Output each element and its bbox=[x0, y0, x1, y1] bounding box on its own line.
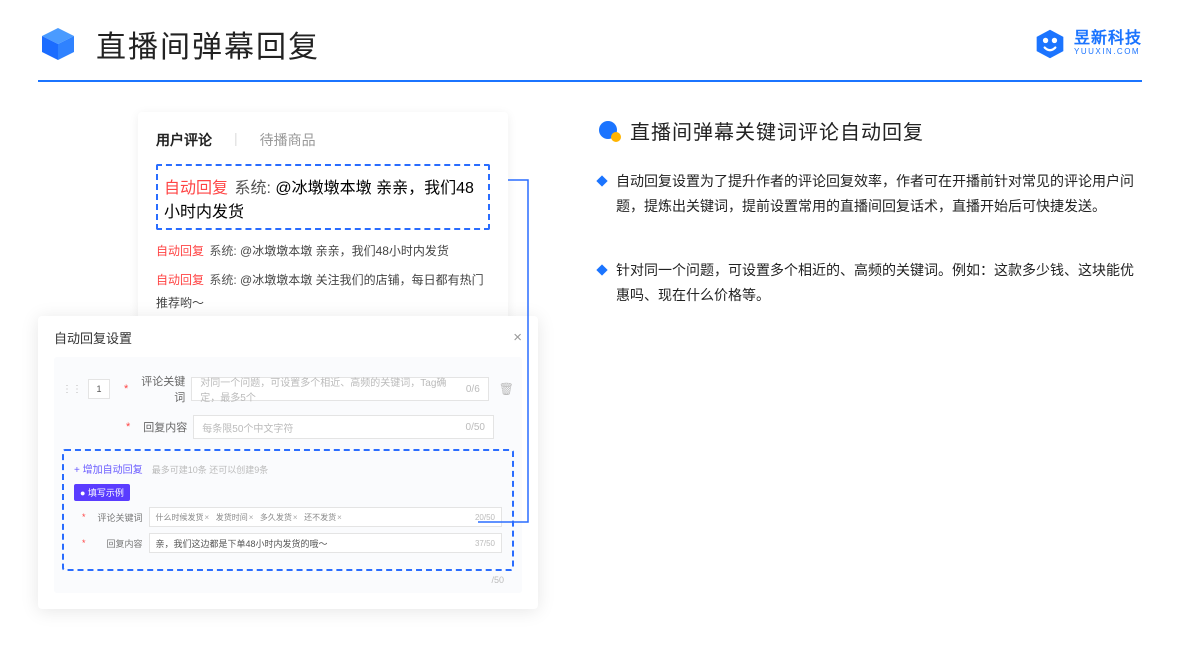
keyword-chip[interactable]: 还不发货 bbox=[304, 513, 346, 522]
char-count: 0/50 bbox=[466, 422, 485, 433]
char-count: 20/50 bbox=[475, 513, 495, 522]
keyword-chip[interactable]: 什么时候发货 bbox=[156, 513, 214, 522]
reply-label: 回复内容 bbox=[139, 419, 187, 435]
bullet-item: 自动回复设置为了提升作者的评论回复效率，作者可在开播前针对常见的评论用户问题，提… bbox=[598, 169, 1142, 218]
example-reply-value: 亲，我们这边都是下单48小时内发货的哦～ bbox=[156, 537, 328, 550]
required-dot-icon: * bbox=[126, 421, 130, 433]
section-title: 直播间弹幕关键词评论自动回复 bbox=[630, 116, 924, 145]
settings-title: 自动回复设置 bbox=[54, 328, 132, 347]
system-label: 系统: bbox=[209, 244, 236, 258]
char-count: 0/6 bbox=[466, 384, 480, 395]
index-box: 1 bbox=[88, 379, 110, 399]
comment-row: 自动回复 系统: @冰墩墩本墩 亲亲，我们48小时内发货 bbox=[156, 240, 490, 263]
example-kw-label: 评论关键词 bbox=[95, 511, 143, 524]
example-kw-input[interactable]: 什么时候发货 发货时间 多久发货 还不发货 20/50 bbox=[149, 507, 502, 527]
page-title: 直播间弹幕回复 bbox=[96, 22, 320, 66]
close-icon[interactable]: × bbox=[513, 329, 522, 346]
keyword-chip[interactable]: 多久发货 bbox=[260, 513, 302, 522]
bullet-item: 针对同一个问题，可设置多个相近的、高频的关键词。例如：这款多少钱、这块能优惠吗、… bbox=[598, 258, 1142, 307]
example-reply-label: 回复内容 bbox=[95, 537, 143, 550]
brand-hex-icon bbox=[1034, 28, 1066, 60]
brand-name-cn: 昱新科技 bbox=[1074, 31, 1142, 48]
header-left: 直播间弹幕回复 bbox=[38, 22, 320, 66]
input-placeholder: 每条限50个中文字符 bbox=[202, 420, 293, 435]
bullet-text: 自动回复设置为了提升作者的评论回复效率，作者可在开播前针对常见的评论用户问题，提… bbox=[616, 169, 1142, 218]
diamond-bullet-icon bbox=[596, 175, 607, 186]
input-placeholder: 对同一个问题，可设置多个相近、高频的关键词，Tag确定，最多5个 bbox=[200, 374, 466, 404]
keyword-row: ⋮⋮ 1 * 评论关键词 对同一个问题，可设置多个相近、高频的关键词，Tag确定… bbox=[62, 373, 514, 405]
system-label: 系统: bbox=[234, 180, 270, 197]
example-keyword-row: * 评论关键词 什么时候发货 发货时间 多久发货 还不发货 20/50 bbox=[74, 507, 502, 527]
example-badge: ● 填写示例 bbox=[74, 484, 130, 501]
reply-row: * 回复内容 每条限50个中文字符 0/50 bbox=[62, 415, 514, 439]
comment-highlighted: 自动回复 系统: @冰墩墩本墩 亲亲，我们48小时内发货 bbox=[156, 164, 490, 230]
keyword-chip[interactable]: 发货时间 bbox=[216, 513, 258, 522]
add-hint: 最多可建10条 还可以创建9条 bbox=[152, 465, 269, 475]
tail-count: /50 bbox=[62, 571, 514, 585]
comment-text: @冰墩墩本墩 关注我们的店铺，每日都有热门推荐哟～ bbox=[156, 273, 484, 310]
auto-reply-tag: 自动回复 bbox=[156, 273, 204, 287]
delete-icon[interactable]: 🗑 bbox=[499, 382, 514, 396]
diamond-bullet-icon bbox=[596, 264, 607, 275]
brand-logo: 昱新科技 YUUXIN.COM bbox=[1034, 28, 1142, 60]
comment-row: 自动回复 系统: @冰墩墩本墩 关注我们的店铺，每日都有热门推荐哟～ bbox=[156, 269, 490, 315]
char-count: 37/50 bbox=[475, 539, 495, 548]
auto-reply-tag: 自动回复 bbox=[156, 244, 204, 258]
required-dot-icon: * bbox=[124, 383, 128, 395]
comment-text: @冰墩墩本墩 亲亲，我们48小时内发货 bbox=[240, 244, 449, 258]
auto-reply-tag: 自动回复 bbox=[164, 180, 228, 197]
bullet-text: 针对同一个问题，可设置多个相近的、高频的关键词。例如：这款多少钱、这块能优惠吗、… bbox=[616, 258, 1142, 307]
required-dot-icon: * bbox=[82, 512, 86, 522]
tab-products[interactable]: 待播商品 bbox=[260, 130, 316, 150]
left-illustration: 用户评论 | 待播商品 自动回复 系统: @冰墩墩本墩 亲亲，我们48小时内发货… bbox=[38, 112, 558, 602]
brand-name-en: YUUXIN.COM bbox=[1074, 48, 1142, 56]
drag-handle-icon[interactable]: ⋮⋮ bbox=[62, 384, 82, 395]
chat-bubble-icon bbox=[598, 120, 620, 142]
tab-separator: | bbox=[234, 130, 238, 150]
system-label: 系统: bbox=[209, 273, 236, 287]
example-panel: + 增加自动回复 最多可建10条 还可以创建9条 ● 填写示例 * 评论关键词 … bbox=[62, 449, 514, 571]
tab-comments[interactable]: 用户评论 bbox=[156, 130, 212, 150]
cube-icon bbox=[38, 24, 78, 64]
auto-reply-settings-card: 自动回复设置 × ⋮⋮ 1 * 评论关键词 对同一个问题，可设置多个相近、高频的… bbox=[38, 316, 538, 609]
add-auto-reply-link[interactable]: + 增加自动回复 bbox=[74, 465, 143, 476]
reply-input[interactable]: 每条限50个中文字符 0/50 bbox=[193, 415, 494, 439]
keyword-input[interactable]: 对同一个问题，可设置多个相近、高频的关键词，Tag确定，最多5个 0/6 bbox=[191, 377, 488, 401]
example-reply-input[interactable]: 亲，我们这边都是下单48小时内发货的哦～ 37/50 bbox=[149, 533, 502, 553]
required-dot-icon: * bbox=[82, 538, 86, 548]
page-header: 直播间弹幕回复 昱新科技 YUUXIN.COM bbox=[0, 0, 1180, 66]
right-text-column: 直播间弹幕关键词评论自动回复 自动回复设置为了提升作者的评论回复效率，作者可在开… bbox=[598, 112, 1142, 602]
example-reply-row: * 回复内容 亲，我们这边都是下单48小时内发货的哦～ 37/50 bbox=[74, 533, 502, 553]
keyword-label: 评论关键词 bbox=[137, 373, 185, 405]
